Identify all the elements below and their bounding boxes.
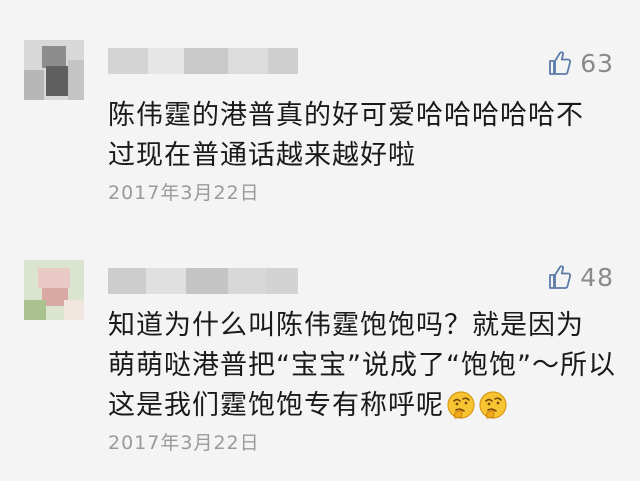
thinking-face-icon — [479, 391, 507, 419]
username-pixel — [108, 268, 146, 294]
username-pixel — [186, 268, 228, 294]
username-pixel — [228, 48, 268, 74]
like-button[interactable]: 63 — [548, 48, 614, 78]
thumbs-up-icon — [549, 51, 572, 75]
avatar[interactable] — [24, 260, 84, 320]
comment-line: 陈伟霆的港普真的好可爱哈哈哈哈哈不 — [108, 100, 584, 131]
thinking-face-icon — [447, 391, 475, 419]
username-pixel — [146, 268, 186, 294]
like-count: 63 — [580, 48, 614, 78]
comment-item: 48 知道为什么叫陈伟霆饱饱吗？就是因为 萌萌哒港普把“宝宝”说成了“饱饱”～所… — [0, 230, 640, 481]
comment-item: 63 陈伟霆的港普真的好可爱哈哈哈哈哈不 过现在普通话越来越好啦 2017年3月… — [0, 0, 640, 230]
avatar[interactable] — [24, 40, 84, 100]
avatar-pixel — [42, 46, 66, 68]
username-pixel — [184, 48, 228, 74]
avatar-pixel — [68, 60, 84, 100]
username-blurred[interactable] — [108, 48, 298, 74]
avatar-pixel — [24, 70, 44, 100]
comment-text: 陈伟霆的港普真的好可爱哈哈哈哈哈不 过现在普通话越来越好啦 — [108, 96, 618, 176]
comment-line: 这是我们霆饱饱专有称呼呢 — [108, 390, 444, 421]
avatar-pixel — [46, 66, 68, 96]
comment-line: 萌萌哒港普把“宝宝”说成了“饱饱”～所以 — [108, 350, 616, 381]
avatar-pixel — [38, 268, 70, 288]
comment-date: 2017年3月22日 — [108, 432, 260, 454]
username-blurred[interactable] — [108, 268, 298, 294]
like-button[interactable]: 48 — [548, 262, 614, 292]
username-pixel — [108, 48, 148, 74]
username-pixel — [266, 268, 298, 294]
comment-text: 知道为什么叫陈伟霆饱饱吗？就是因为 萌萌哒港普把“宝宝”说成了“饱饱”～所以 这… — [108, 306, 618, 426]
comment-line-with-emoji: 这是我们霆饱饱专有称呼呢 — [108, 386, 618, 426]
username-pixel — [148, 48, 184, 74]
comment-line: 过现在普通话越来越好啦 — [108, 140, 416, 171]
avatar-pixel — [64, 300, 84, 320]
avatar-pixel — [24, 300, 46, 320]
username-pixel — [228, 268, 266, 294]
comment-line: 知道为什么叫陈伟霆饱饱吗？就是因为 — [108, 310, 584, 341]
comment-date: 2017年3月22日 — [108, 182, 260, 204]
username-pixel — [268, 48, 298, 74]
comment-feed: 63 陈伟霆的港普真的好可爱哈哈哈哈哈不 过现在普通话越来越好啦 2017年3月… — [0, 0, 640, 481]
like-count: 48 — [580, 262, 614, 292]
thumbs-up-icon — [549, 265, 572, 289]
